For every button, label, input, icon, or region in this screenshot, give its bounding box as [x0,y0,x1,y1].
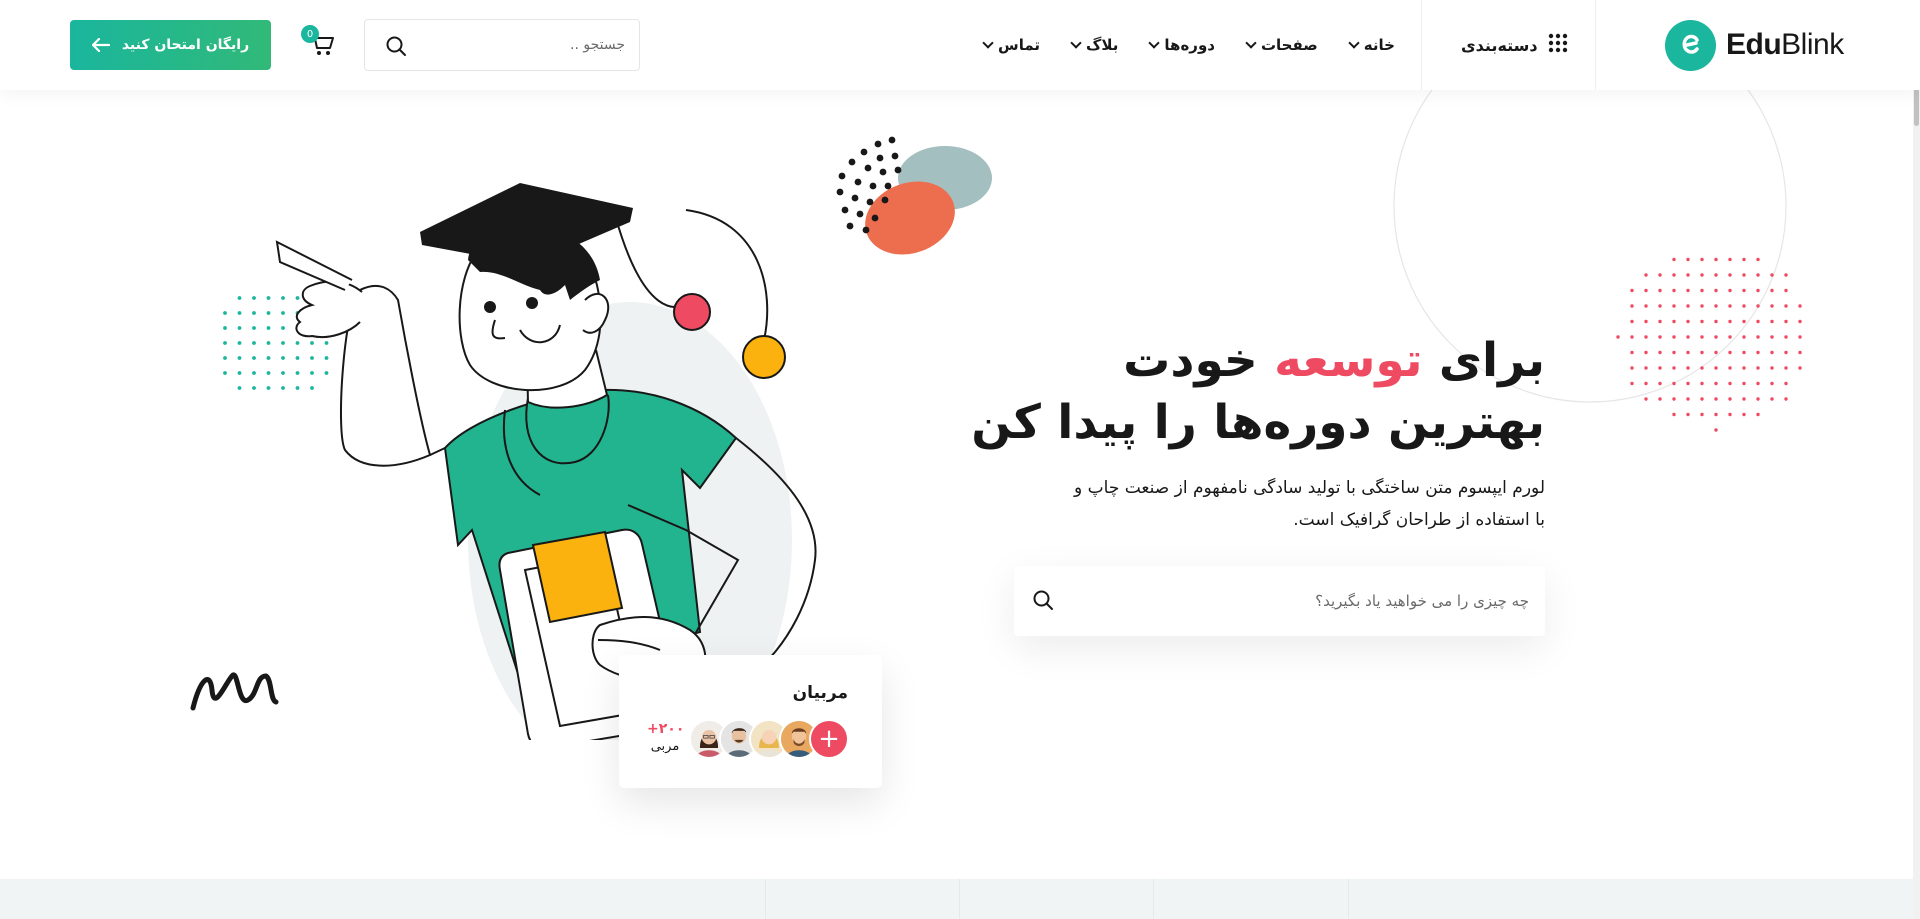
chevron-down-icon [1348,36,1360,49]
hero-illustration [190,136,992,740]
instructors-count: +۲۰۰ مربی [647,721,685,754]
category-menu[interactable]: دسته‌بندی [1461,33,1568,57]
plus-icon[interactable]: + [809,719,849,759]
logo[interactable]: EduBlink [1665,19,1844,71]
hero-subtitle: لورم ایپسوم متن ساختگی با تولید سادگی نا… [1074,478,1545,530]
nav-item-blog[interactable]: بلاگ [1070,36,1119,54]
strip-divider [959,879,960,919]
instructors-card[interactable]: مربیان + +۲۰۰ مربی [619,655,882,788]
nav-label: بلاگ [1086,36,1119,54]
search-icon[interactable] [385,35,407,61]
nav-item-home[interactable]: خانه [1348,36,1395,54]
chevron-down-icon [1070,36,1082,49]
instructors-count-number: +۲۰۰ [647,721,685,737]
arrow-left-icon [91,38,110,52]
strip-divider [1348,879,1349,919]
cart-button[interactable]: 0 [301,25,337,61]
instructors-count-label: مربی [650,739,680,754]
hero-search [1014,566,1545,636]
nav-label: دوره‌ها [1164,36,1215,54]
category-label: دسته‌بندی [1461,35,1538,55]
instructors-avatars: + [689,719,849,759]
nav-label: صفحات [1260,36,1318,54]
strip-divider [1153,879,1154,919]
site-header: EduBlink دسته‌بندی خانه صفحات دوره‌ها بل… [0,0,1920,90]
header-divider [1595,0,1596,90]
logo-text: EduBlink [1726,28,1844,61]
scrollbar-track[interactable] [1913,0,1920,919]
nav-item-pages[interactable]: صفحات [1245,36,1318,54]
chevron-down-icon [982,36,994,49]
chevron-down-icon [1148,36,1161,49]
chevron-down-icon [1245,36,1257,49]
strip-divider [765,879,766,919]
logo-icon [1665,19,1716,71]
instructors-title: مربیان [792,683,848,703]
decorative-dots-pink [1616,257,1802,432]
hero-search-input[interactable] [1074,566,1529,636]
header-divider [1421,0,1422,90]
nav-item-contact[interactable]: تماس [982,36,1041,54]
nav-label: خانه [1363,36,1395,54]
main-nav: خانه صفحات دوره‌ها بلاگ تماس [982,33,1395,57]
nav-label: تماس [998,36,1041,54]
header-search-input[interactable] [415,20,625,70]
hero-title-accent: توسعه [1274,333,1423,388]
grid-icon [1548,33,1568,57]
nav-item-courses[interactable]: دوره‌ها [1148,36,1215,54]
try-free-button[interactable]: رایگان امتحان کنید [70,20,271,70]
cta-label: رایگان امتحان کنید [121,37,250,53]
features-strip [0,879,1913,919]
header-search [364,19,640,71]
cart-count-badge: 0 [301,25,319,43]
